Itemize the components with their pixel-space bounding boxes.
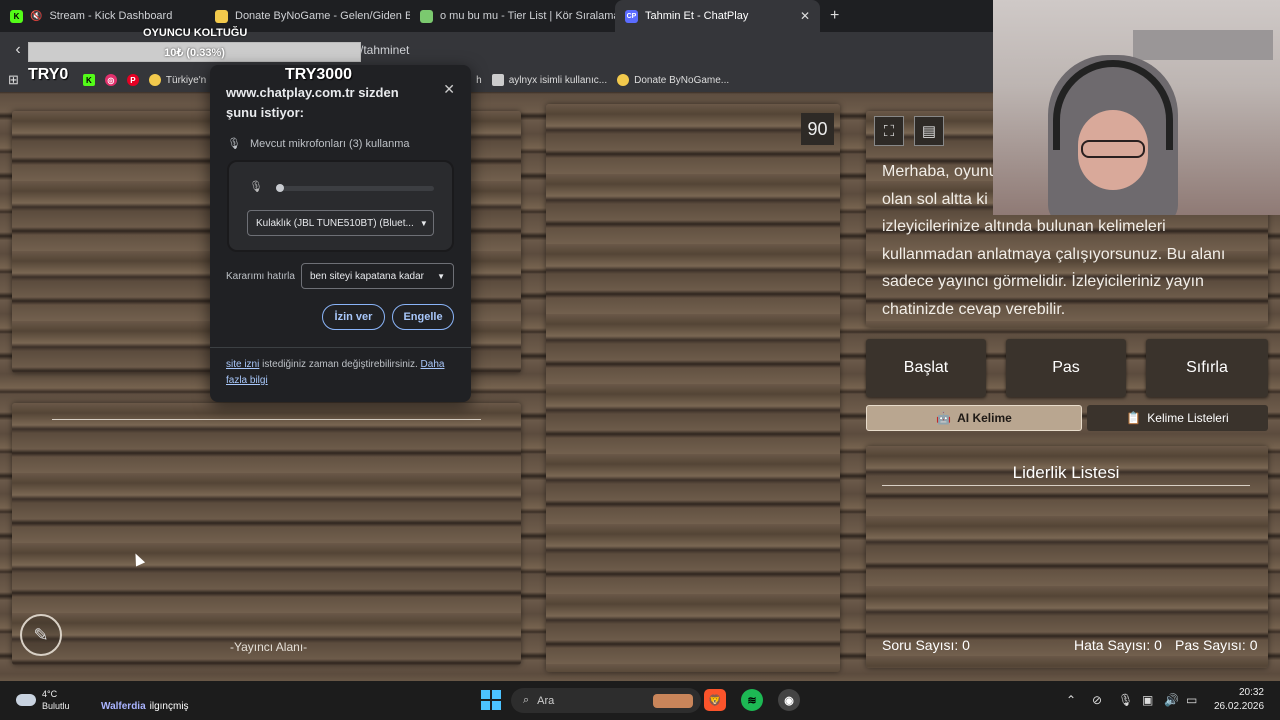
volume-icon[interactable]: 🔊 <box>1164 693 1179 707</box>
remember-select[interactable]: ben siteyi kapatana kadar ▼ <box>301 263 454 289</box>
instagram-icon[interactable]: ◎ <box>104 74 117 86</box>
start-button[interactable]: Başlat <box>866 339 986 397</box>
leaderboard-divider <box>882 485 1250 486</box>
tierlist-icon <box>420 9 433 23</box>
tab-ai-word[interactable]: 🤖 AI Kelime <box>866 405 1082 431</box>
search-icon: ⌕ <box>523 694 530 706</box>
taskbar-search[interactable]: ⌕ Ara <box>511 688 701 713</box>
site-permission-link[interactable]: site izni <box>226 359 259 370</box>
progress-text: 10₺ (0.33%) <box>164 47 225 59</box>
bookmark-donate[interactable]: Donate ByNoGame... <box>617 74 729 86</box>
allow-button[interactable]: İzin ver <box>322 304 385 330</box>
clock[interactable]: 20:32 26.02.2026 <box>1214 686 1264 714</box>
microphone-icon: 🎙 <box>249 181 263 193</box>
dialog-footer: site izni istediğiniz zaman değiştirebil… <box>226 359 445 386</box>
dialog-title: www.chatplay.com.tr sizden şunu istiyor: <box>226 85 399 120</box>
reset-button[interactable]: Sıfırla <box>1146 339 1268 397</box>
webcam-feed <box>993 0 1280 215</box>
robot-icon: 🤖 <box>936 411 952 425</box>
pass-count: Pas Sayısı: 0 <box>1175 637 1258 653</box>
tab-label: Donate ByNoGame - Gelen/Giden Ba <box>235 10 410 22</box>
chatplay-icon: CP <box>625 9 638 23</box>
bynogame-icon <box>215 9 228 23</box>
network-off-icon[interactable]: ⊘ <box>1092 693 1102 707</box>
streamer-area-panel <box>12 403 521 665</box>
chevron-up-icon[interactable]: ⌃ <box>1066 693 1076 707</box>
bookmarks-bar: ⊞ K ◎ P Türkiye'n h aylnyx isimli kullan… <box>0 68 993 92</box>
mic-request: 🎙 Mevcut mikrofonları (3) kullanma <box>227 137 410 151</box>
seat-title: OYUNCU KOLTUĞU <box>143 27 248 39</box>
leaderboard-title: Liderlik Listesi <box>1012 463 1120 482</box>
error-count: Hata Sayısı: 0 <box>1074 637 1162 653</box>
windows-start-icon[interactable] <box>481 690 501 710</box>
question-count: Soru Sayısı: 0 <box>882 637 970 653</box>
donation-progress-bar: 10₺ (0.33%) <box>28 42 361 62</box>
url-text[interactable]: /tahminet <box>360 43 409 57</box>
right-goal-code: TRY3000 <box>285 66 352 83</box>
chevron-down-icon: ▼ <box>437 271 445 281</box>
close-icon[interactable]: ✕ <box>443 81 455 98</box>
tab-word-lists[interactable]: 📋 Kelime Listeleri <box>1087 405 1268 431</box>
pencil-icon[interactable]: ✎ <box>20 614 62 656</box>
kick-bookmark-icon[interactable]: K <box>82 74 95 86</box>
close-tab-icon[interactable]: ✕ <box>800 9 810 23</box>
obs-icon[interactable]: ◉ <box>778 689 800 711</box>
fullscreen-icon[interactable]: ⛶ <box>874 116 904 146</box>
mic-preview-box: 🎙 Kulaklık (JBL TUNE510BT) (Bluet... ▼ <box>227 160 454 252</box>
bookmark-aylnyx[interactable]: aylnyx isimli kullanıc... <box>491 74 607 86</box>
mic-device-select[interactable]: Kulaklık (JBL TUNE510BT) (Bluet... ▼ <box>247 210 434 236</box>
new-tab-button[interactable]: + <box>820 7 849 25</box>
now-playing[interactable]: Walferdia ilgınçmiş <box>101 701 189 712</box>
wifi-icon[interactable]: ▣ <box>1142 693 1153 707</box>
pinterest-icon[interactable]: P <box>126 74 139 86</box>
microphone-icon: 🎙 <box>227 138 241 150</box>
mute-icon[interactable]: 🔇 <box>30 11 42 22</box>
microphone-tray-icon[interactable]: 🎙 <box>1118 693 1133 707</box>
pass-button[interactable]: Pas <box>1006 339 1126 397</box>
mic-level-meter <box>276 184 434 192</box>
bookmark-turkiye[interactable]: Türkiye'n <box>148 74 206 86</box>
tab-label: Stream - Kick Dashboard <box>49 10 173 22</box>
left-goal-code: TRY0 <box>28 66 69 83</box>
weather-widget[interactable]: 4°C Bulutlu <box>16 688 70 712</box>
list-icon: 📋 <box>1126 411 1142 425</box>
mic-permission-dialog: www.chatplay.com.tr sizden şunu istiyor:… <box>210 65 471 402</box>
timer: 90 <box>801 113 834 145</box>
tab-tier-list[interactable]: o mu bu mu - Tier List | Kör Sıralama <box>410 0 615 32</box>
rules-icon[interactable]: ▤ <box>914 116 944 146</box>
cloud-icon <box>16 694 36 706</box>
brave-icon[interactable]: 🦁 <box>704 689 726 711</box>
apps-icon[interactable]: ⊞ <box>8 72 19 88</box>
tab-label: Tahmin Et - ChatPlay <box>645 10 749 22</box>
kick-icon: K <box>10 9 23 23</box>
chevron-down-icon: ▼ <box>419 218 428 228</box>
streamer-area-label: -Yayıncı Alanı- <box>230 640 308 654</box>
dialog-divider <box>210 347 471 348</box>
spotify-icon[interactable]: ≋ <box>741 689 763 711</box>
tab-tahmin-et[interactable]: CP Tahmin Et - ChatPlay ✕ <box>615 0 820 32</box>
bookmark-twitch[interactable]: h <box>476 75 482 86</box>
tab-label: o mu bu mu - Tier List | Kör Sıralama <box>440 10 615 22</box>
block-button[interactable]: Engelle <box>392 304 454 330</box>
panel-divider <box>52 419 481 420</box>
remember-label: Kararımı hatırla <box>226 271 295 282</box>
word-panel <box>546 104 840 672</box>
battery-icon[interactable]: ▭ <box>1186 693 1197 707</box>
